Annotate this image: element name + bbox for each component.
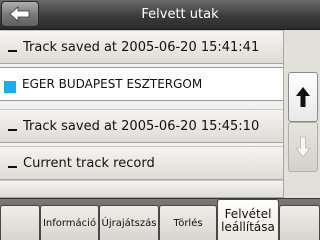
track-list-item[interactable]: Track saved at 2005-06-20 15:41:41	[0, 30, 283, 64]
tab-label: Felvétel leállítása	[221, 206, 275, 234]
scroll-down-button[interactable]	[288, 122, 318, 172]
track-list-item[interactable]	[0, 180, 283, 198]
track-list-item[interactable]: Track saved at 2005-06-20 15:45:10	[0, 109, 283, 143]
track-label: EGER BUDAPEST ESZTERGOM	[22, 77, 203, 91]
list-bullet-icon	[8, 129, 17, 131]
bottom-toolbar: Információ Újrajátszás Törlés Felvétel l…	[0, 198, 320, 240]
track-list: Track saved at 2005-06-20 15:41:41 EGER …	[0, 30, 283, 198]
track-label: Track saved at 2005-06-20 15:41:41	[23, 39, 260, 55]
scroll-up-button[interactable]	[288, 72, 318, 122]
track-label: Current track record	[23, 155, 155, 171]
tab-information[interactable]: Információ	[40, 205, 99, 240]
track-label: Track saved at 2005-06-20 15:45:10	[23, 118, 260, 134]
tab-delete[interactable]: Törlés	[159, 205, 217, 240]
tab-label: Törlés	[173, 217, 203, 229]
track-color-swatch	[4, 81, 16, 93]
track-list-item[interactable]: Current track record	[0, 146, 283, 180]
arrow-up-icon	[296, 87, 310, 107]
tab-replay[interactable]: Újrajátszás	[99, 205, 159, 240]
tab-empty-left	[0, 205, 40, 240]
scrollbar[interactable]	[283, 30, 320, 198]
tab-label: Újrajátszás	[101, 217, 157, 229]
page-title: Felvett utak	[141, 7, 219, 22]
tab-empty-right	[279, 205, 320, 240]
tab-stop-recording[interactable]: Felvétel leállítása	[217, 199, 279, 240]
arrow-down-icon	[295, 136, 311, 158]
list-bullet-icon	[8, 50, 17, 52]
list-bullet-icon	[8, 166, 17, 168]
title-bar: Felvett utak	[0, 0, 320, 30]
track-list-item-selected[interactable]: EGER BUDAPEST ESZTERGOM	[0, 67, 283, 101]
tab-label: Információ	[42, 217, 97, 229]
back-arrow-icon	[9, 6, 30, 22]
back-button[interactable]	[1, 1, 39, 27]
